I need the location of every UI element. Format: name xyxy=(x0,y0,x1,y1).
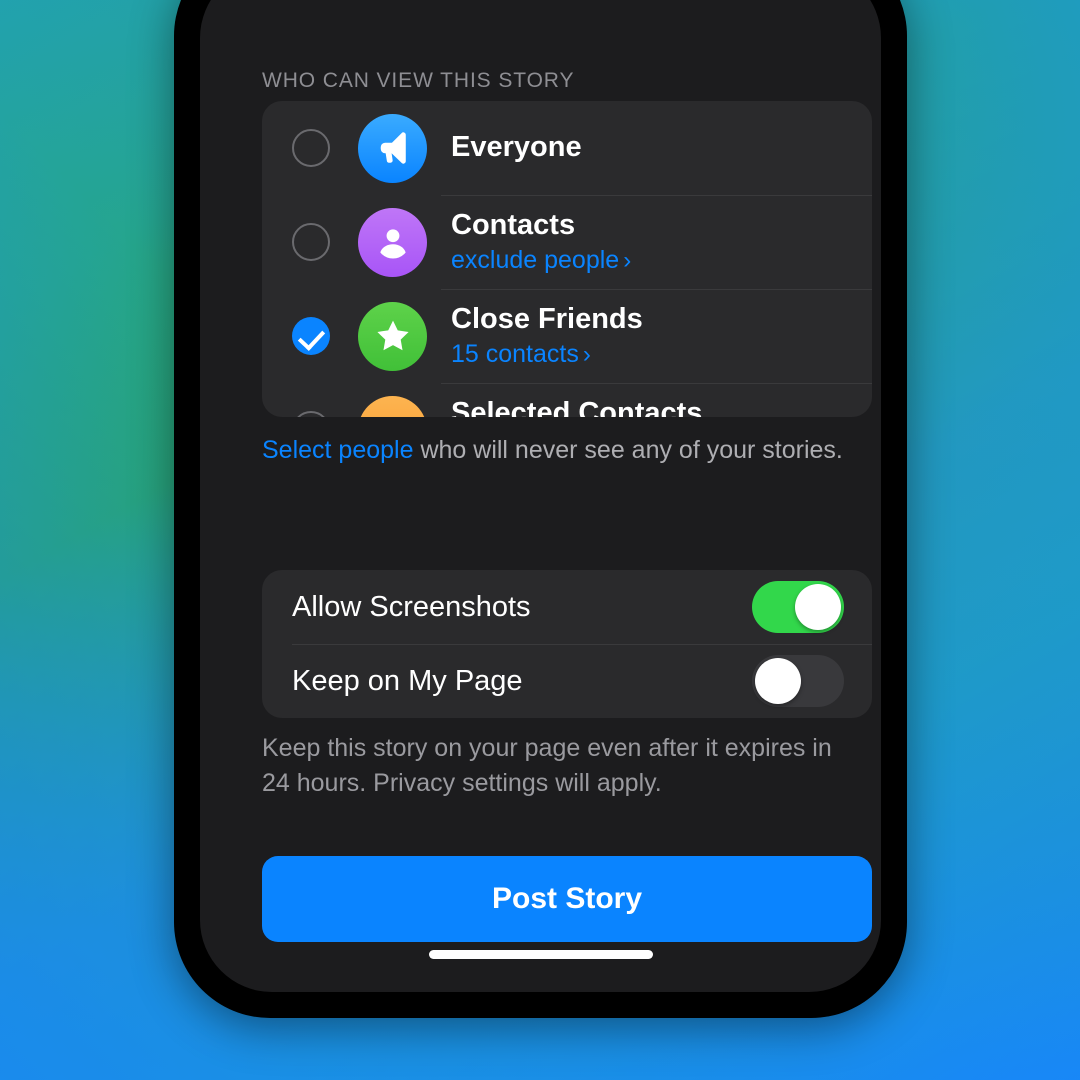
settings-toggles-card: Allow Screenshots Keep on My Page xyxy=(262,570,872,718)
radio-selected-contacts[interactable] xyxy=(292,411,330,417)
audience-option-everyone[interactable]: Everyone xyxy=(262,101,872,195)
toggle-keep-on-my-page[interactable] xyxy=(752,655,844,707)
people-group-icon xyxy=(358,395,427,417)
megaphone-icon xyxy=(358,113,427,183)
audience-footnote-rest: who will never see any of your stories. xyxy=(413,436,843,464)
toggle-knob xyxy=(755,658,801,704)
home-indicator[interactable] xyxy=(428,950,653,959)
post-story-button[interactable]: Post Story xyxy=(262,856,872,942)
audience-footnote: Select people who will never see any of … xyxy=(262,434,881,467)
phone-frame: WHO CAN VIEW THIS STORY Everyone Contact… xyxy=(174,0,907,1018)
setting-row-keep-on-my-page[interactable]: Keep on My Page xyxy=(262,644,872,718)
audience-option-text: Close Friends 15 contacts › xyxy=(451,302,643,369)
audience-option-text: Selected Contacts edit list› xyxy=(451,396,703,417)
audience-option-text: Everyone xyxy=(451,131,582,164)
exclude-people-link[interactable]: exclude people › xyxy=(451,245,632,275)
audience-option-close-friends[interactable]: Close Friends 15 contacts › xyxy=(262,289,872,383)
toggle-allow-screenshots[interactable] xyxy=(752,581,844,633)
audience-option-title: Everyone xyxy=(451,131,582,164)
phone-screen: WHO CAN VIEW THIS STORY Everyone Contact… xyxy=(200,0,881,992)
setting-label-allow-screenshots: Allow Screenshots xyxy=(292,590,531,623)
section-header-who-can-view: WHO CAN VIEW THIS STORY xyxy=(262,69,575,92)
setting-row-allow-screenshots[interactable]: Allow Screenshots xyxy=(262,570,872,644)
star-icon xyxy=(358,301,427,371)
chevron-right-icon: › xyxy=(582,340,591,368)
audience-option-text: Contacts exclude people › xyxy=(451,208,632,275)
audience-options-card: Everyone Contacts exclude people › Close… xyxy=(262,101,872,417)
audience-option-title: Selected Contacts xyxy=(451,396,703,417)
radio-close-friends[interactable] xyxy=(292,317,330,355)
audience-option-title: Close Friends xyxy=(451,302,643,335)
toggle-knob xyxy=(795,584,841,630)
close-friends-contacts-link[interactable]: 15 contacts › xyxy=(451,339,643,369)
close-friends-count-label: 15 contacts xyxy=(451,339,579,368)
audience-option-selected-contacts[interactable]: Selected Contacts edit list› xyxy=(262,383,872,417)
settings-footnote: Keep this story on your page even after … xyxy=(262,734,832,797)
exclude-people-label: exclude people xyxy=(451,245,620,274)
select-people-link[interactable]: Select people xyxy=(262,436,414,464)
setting-label-keep-on-my-page: Keep on My Page xyxy=(292,664,523,697)
audience-option-title: Contacts xyxy=(451,208,576,241)
chevron-right-icon: › xyxy=(623,246,632,274)
radio-contacts[interactable] xyxy=(292,223,330,261)
audience-option-contacts[interactable]: Contacts exclude people › xyxy=(262,195,872,289)
radio-everyone[interactable] xyxy=(292,129,330,167)
person-circle-icon xyxy=(358,207,427,277)
